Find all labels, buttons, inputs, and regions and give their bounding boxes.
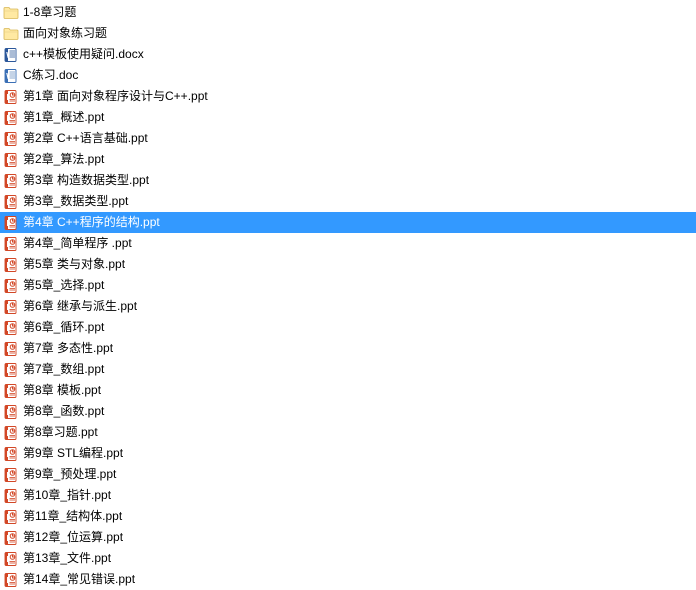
file-name-label: 第13章_文件.ppt xyxy=(22,548,112,569)
file-row[interactable]: 第3章 构造数据类型.ppt xyxy=(0,170,696,191)
file-row[interactable]: 第8章 模板.ppt xyxy=(0,380,696,401)
file-row[interactable]: 第4章_简单程序 .ppt xyxy=(0,233,696,254)
file-row[interactable]: C练习.doc xyxy=(0,65,696,86)
file-row[interactable]: 第4章 C++程序的结构.ppt xyxy=(0,212,696,233)
file-row[interactable]: 第2章 C++语言基础.ppt xyxy=(0,128,696,149)
ppt-icon xyxy=(3,467,19,483)
ppt-icon xyxy=(3,215,19,231)
file-row[interactable]: 第1章_概述.ppt xyxy=(0,107,696,128)
file-name-label: 第4章_简单程序 .ppt xyxy=(22,233,133,254)
file-row[interactable]: 第9章_预处理.ppt xyxy=(0,464,696,485)
file-row[interactable]: c++模板使用疑问.docx xyxy=(0,44,696,65)
file-row[interactable]: 第1章 面向对象程序设计与C++.ppt xyxy=(0,86,696,107)
file-row[interactable]: 第2章_算法.ppt xyxy=(0,149,696,170)
ppt-icon xyxy=(3,299,19,315)
ppt-icon xyxy=(3,89,19,105)
file-row[interactable]: 第7章_数组.ppt xyxy=(0,359,696,380)
file-name-label: c++模板使用疑问.docx xyxy=(22,44,145,65)
file-name-label: 第8章 模板.ppt xyxy=(22,380,102,401)
file-row[interactable]: 第5章 类与对象.ppt xyxy=(0,254,696,275)
ppt-icon xyxy=(3,383,19,399)
ppt-icon xyxy=(3,488,19,504)
file-row[interactable]: 第7章 多态性.ppt xyxy=(0,338,696,359)
file-row[interactable]: 第13章_文件.ppt xyxy=(0,548,696,569)
ppt-icon xyxy=(3,572,19,588)
ppt-icon xyxy=(3,320,19,336)
ppt-icon xyxy=(3,131,19,147)
folder-icon xyxy=(3,5,19,21)
file-name-label: 第6章_循环.ppt xyxy=(22,317,105,338)
file-name-label: 第10章_指针.ppt xyxy=(22,485,112,506)
file-name-label: 第3章 构造数据类型.ppt xyxy=(22,170,150,191)
file-row[interactable]: 第5章_选择.ppt xyxy=(0,275,696,296)
file-name-label: 第8章_函数.ppt xyxy=(22,401,105,422)
docx-icon xyxy=(3,47,19,63)
ppt-icon xyxy=(3,236,19,252)
file-row[interactable]: 第11章_结构体.ppt xyxy=(0,506,696,527)
file-row[interactable]: 第12章_位运算.ppt xyxy=(0,527,696,548)
file-name-label: 第1章_概述.ppt xyxy=(22,107,105,128)
file-row[interactable]: 第10章_指针.ppt xyxy=(0,485,696,506)
file-name-label: C练习.doc xyxy=(22,65,79,86)
file-row[interactable]: 第6章 继承与派生.ppt xyxy=(0,296,696,317)
file-name-label: 第3章_数据类型.ppt xyxy=(22,191,129,212)
ppt-icon xyxy=(3,278,19,294)
ppt-icon xyxy=(3,530,19,546)
file-name-label: 第2章 C++语言基础.ppt xyxy=(22,128,149,149)
file-name-label: 第7章 多态性.ppt xyxy=(22,338,114,359)
ppt-icon xyxy=(3,110,19,126)
file-name-label: 1-8章习题 xyxy=(22,2,77,23)
file-name-label: 第14章_常见错误.ppt xyxy=(22,569,136,590)
file-name-label: 第1章 面向对象程序设计与C++.ppt xyxy=(22,86,209,107)
file-name-label: 第9章_预处理.ppt xyxy=(22,464,117,485)
file-row[interactable]: 第8章习题.ppt xyxy=(0,422,696,443)
ppt-icon xyxy=(3,173,19,189)
file-name-label: 第8章习题.ppt xyxy=(22,422,99,443)
ppt-icon xyxy=(3,425,19,441)
file-row[interactable]: 第8章_函数.ppt xyxy=(0,401,696,422)
folder-icon xyxy=(3,26,19,42)
doc-icon xyxy=(3,68,19,84)
file-row[interactable]: 面向对象练习题 xyxy=(0,23,696,44)
ppt-icon xyxy=(3,194,19,210)
file-name-label: 面向对象练习题 xyxy=(22,23,108,44)
file-name-label: 第2章_算法.ppt xyxy=(22,149,105,170)
ppt-icon xyxy=(3,362,19,378)
file-name-label: 第4章 C++程序的结构.ppt xyxy=(22,212,161,233)
file-name-label: 第5章 类与对象.ppt xyxy=(22,254,126,275)
file-name-label: 第7章_数组.ppt xyxy=(22,359,105,380)
file-name-label: 第11章_结构体.ppt xyxy=(22,506,123,527)
file-row[interactable]: 第6章_循环.ppt xyxy=(0,317,696,338)
file-name-label: 第9章 STL编程.ppt xyxy=(22,443,124,464)
file-row[interactable]: 第3章_数据类型.ppt xyxy=(0,191,696,212)
ppt-icon xyxy=(3,404,19,420)
file-name-label: 第12章_位运算.ppt xyxy=(22,527,124,548)
ppt-icon xyxy=(3,257,19,273)
file-row[interactable]: 第14章_常见错误.ppt xyxy=(0,569,696,590)
ppt-icon xyxy=(3,509,19,525)
file-row[interactable]: 1-8章习题 xyxy=(0,2,696,23)
file-row[interactable]: 第9章 STL编程.ppt xyxy=(0,443,696,464)
ppt-icon xyxy=(3,551,19,567)
file-list: 1-8章习题面向对象练习题c++模板使用疑问.docxC练习.doc第1章 面向… xyxy=(0,2,696,590)
file-name-label: 第6章 继承与派生.ppt xyxy=(22,296,138,317)
ppt-icon xyxy=(3,341,19,357)
ppt-icon xyxy=(3,152,19,168)
ppt-icon xyxy=(3,446,19,462)
file-name-label: 第5章_选择.ppt xyxy=(22,275,105,296)
